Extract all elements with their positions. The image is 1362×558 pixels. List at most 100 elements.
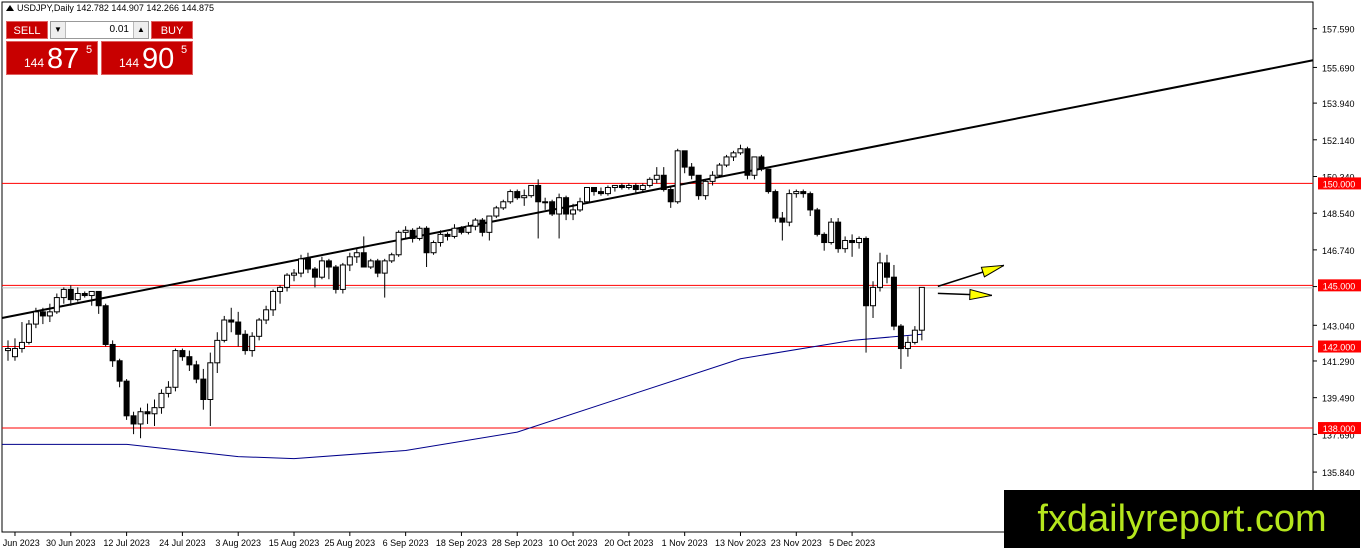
buy-price-main: 90 xyxy=(142,43,175,75)
candle-body-bull xyxy=(786,193,793,223)
collapse-triangle-icon[interactable] xyxy=(6,5,14,11)
candle-body-bull xyxy=(46,311,53,317)
x-tick-label: 23 Nov 2023 xyxy=(771,538,822,548)
candle-body-bear xyxy=(807,193,814,211)
buy-button[interactable]: BUY xyxy=(151,21,193,39)
candle-body-bear xyxy=(890,276,897,327)
candle-body-bear xyxy=(325,260,332,268)
watermark-logo: fxdailyreport.com xyxy=(1004,490,1360,548)
buy-price-button[interactable]: 144 90 5 xyxy=(101,41,193,75)
candle-body-bull xyxy=(842,240,849,250)
candle-body-bull xyxy=(500,201,507,209)
y-tick-label: 157.590 xyxy=(1322,25,1355,35)
candle-body-bull xyxy=(395,231,402,256)
candle-body-bull xyxy=(74,293,81,301)
x-tick-label: 6 Sep 2023 xyxy=(383,538,429,548)
candle-body-bull xyxy=(674,150,681,203)
candle-body-bear xyxy=(597,191,604,195)
candle-body-bear xyxy=(590,187,597,193)
x-tick-label: 25 Aug 2023 xyxy=(325,538,376,548)
candle-body-bull xyxy=(256,319,263,337)
candle-body-bull xyxy=(346,256,353,266)
candle-body-bear xyxy=(458,227,465,233)
candle-body-bull xyxy=(911,329,918,343)
arrow-head-icon xyxy=(980,264,1005,278)
candle-body-bull xyxy=(751,156,758,176)
candle-body-bull xyxy=(388,254,395,262)
level-label: 138.000 xyxy=(1323,424,1356,434)
chart-canvas[interactable]: 157.590155.690153.940152.140150.340148.5… xyxy=(0,0,1362,553)
candle-body-bear xyxy=(95,290,102,307)
y-tick-label: 152.140 xyxy=(1322,136,1355,146)
candle-body-bull xyxy=(291,272,298,276)
symbol-header: USDJPY,Daily 142.782 144.907 142.266 144… xyxy=(6,3,214,13)
candle-body-bull xyxy=(151,407,158,415)
candle-body-bear xyxy=(360,252,367,268)
candle-body-bear xyxy=(332,266,339,290)
candle-body-bull xyxy=(472,219,479,227)
sell-price-prefix: 144 xyxy=(24,56,45,70)
candle-body-bear xyxy=(772,191,779,219)
lot-decrease-icon[interactable]: ▼ xyxy=(51,22,66,38)
arrow-head-icon xyxy=(969,288,992,301)
candle-body-bull xyxy=(507,191,514,203)
x-tick-label: 5 Dec 2023 xyxy=(829,538,875,548)
y-tick-label: 155.690 xyxy=(1322,63,1355,73)
candle-body-bear xyxy=(130,415,137,425)
candle-body-bull xyxy=(465,225,472,233)
candle-body-bull xyxy=(918,286,925,331)
candle-body-bear xyxy=(479,219,486,233)
candle-body-bull xyxy=(416,227,423,239)
candle-body-bear xyxy=(800,191,807,195)
lot-size-value[interactable]: 0.01 xyxy=(67,22,132,38)
lot-size-field[interactable]: ▼ 0.01 ▲ xyxy=(50,21,149,39)
symbol-info: USDJPY,Daily 142.782 144.907 142.266 144… xyxy=(17,3,214,13)
candle-body-bear xyxy=(193,364,200,380)
candle-body-bear xyxy=(897,325,904,350)
candle-body-bull xyxy=(381,260,388,274)
buy-price-pip: 5 xyxy=(181,44,188,56)
candle-body-bull xyxy=(158,392,165,409)
candle-body-bull xyxy=(793,191,800,195)
candle-body-bull xyxy=(221,319,228,341)
candle-body-bull xyxy=(249,335,256,352)
candle-body-bull xyxy=(339,264,346,290)
candle-body-bear xyxy=(311,268,318,278)
x-tick-label: 20 Jun 2023 xyxy=(0,538,40,548)
candle-body-bull xyxy=(207,362,214,400)
candle-body-bull xyxy=(53,297,60,313)
candle-body-bear xyxy=(667,189,674,203)
candle-body-bear xyxy=(863,237,870,307)
price-chart[interactable]: 157.590155.690153.940152.140150.340148.5… xyxy=(0,0,1362,553)
candle-body-bull xyxy=(730,152,737,158)
level-label: 150.000 xyxy=(1323,179,1356,189)
x-tick-label: 13 Nov 2023 xyxy=(715,538,766,548)
candle-body-bull xyxy=(284,274,291,288)
candle-body-bull xyxy=(556,197,563,215)
candle-body-bull xyxy=(716,164,723,176)
y-tick-label: 143.040 xyxy=(1322,321,1355,331)
candle-body-bull xyxy=(451,227,458,237)
sell-button[interactable]: SELL xyxy=(6,21,48,39)
candle-body-bear xyxy=(563,197,570,215)
candle-body-bear xyxy=(758,156,765,170)
candle-body-bull xyxy=(318,260,325,278)
candle-body-bear xyxy=(228,319,235,323)
x-tick-label: 28 Sep 2023 xyxy=(492,538,543,548)
candle-body-bear xyxy=(765,168,772,193)
sell-price-button[interactable]: 144 87 5 xyxy=(6,41,98,75)
candle-body-bull xyxy=(88,290,95,297)
x-tick-label: 30 Jun 2023 xyxy=(46,538,96,548)
candle-body-bear xyxy=(835,221,842,250)
x-tick-label: 1 Nov 2023 xyxy=(662,538,708,548)
candle-body-bear xyxy=(779,217,786,223)
candle-body-bear xyxy=(423,227,430,254)
candle-body-bull xyxy=(828,221,835,244)
sell-price-main: 87 xyxy=(47,43,80,75)
one-click-trading-panel: SELL ▼ 0.01 ▲ BUY 144 87 5 144 90 5 xyxy=(6,21,193,75)
candle-body-bull xyxy=(18,341,25,350)
x-tick-label: 24 Jul 2023 xyxy=(159,538,206,548)
lot-increase-icon[interactable]: ▲ xyxy=(133,22,148,38)
candle-body-bull xyxy=(528,184,535,197)
candle-body-bull xyxy=(270,290,277,311)
